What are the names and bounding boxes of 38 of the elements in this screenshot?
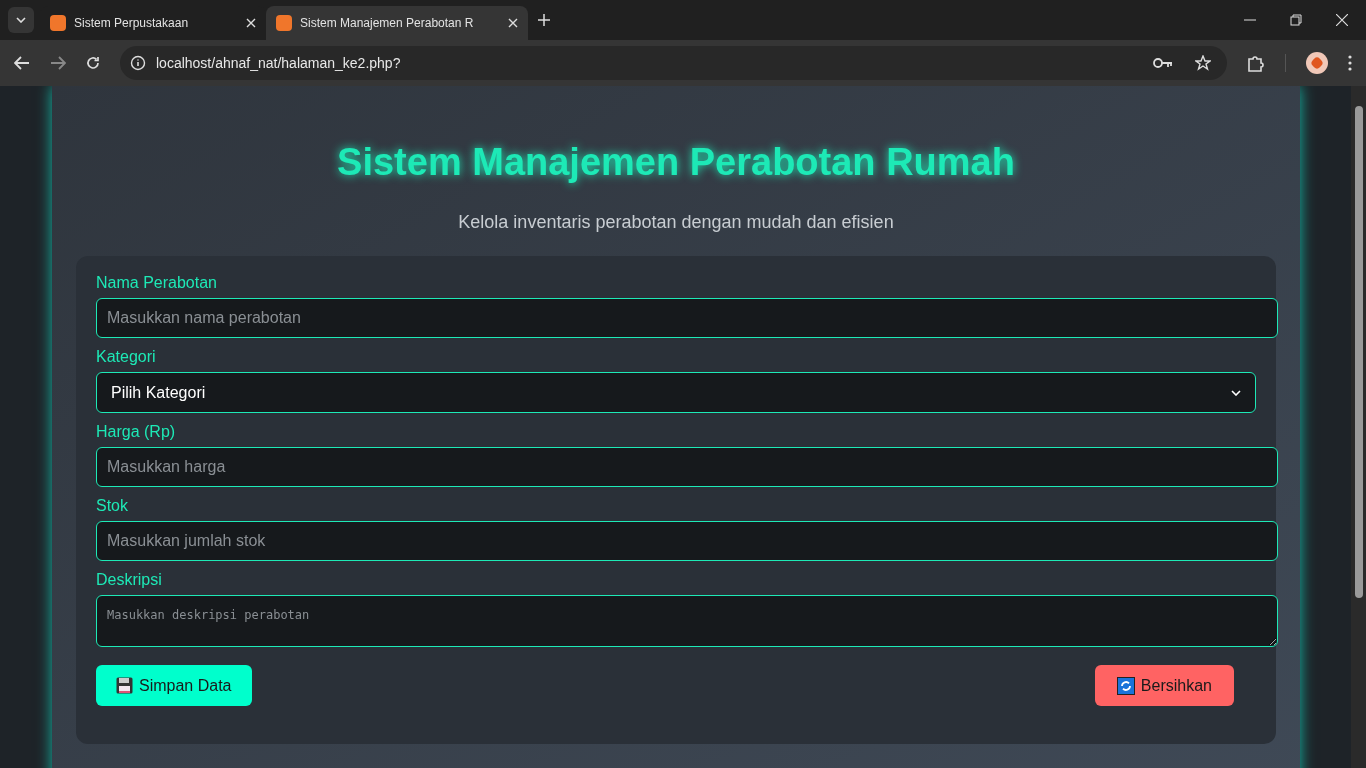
field-label: Harga (Rp): [96, 423, 177, 441]
tab-list-button[interactable]: [8, 7, 34, 33]
input-field[interactable]: Masukkan nama perabotan: [96, 298, 1278, 338]
page-subtitle: Kelola inventaris perabotan dengan mudah dan efisien: [457, 211, 895, 234]
profile-avatar[interactable]: [1306, 52, 1328, 74]
info-icon[interactable]: [130, 55, 146, 71]
url-text: localhost/ahnaf_nat/halaman_ke2.php?: [156, 53, 402, 73]
key-icon[interactable]: [1153, 57, 1173, 69]
scrollbar[interactable]: [1351, 86, 1366, 768]
reload-icon[interactable]: [86, 56, 100, 70]
close-icon[interactable]: [246, 18, 256, 28]
chevron-down-icon: [16, 17, 26, 23]
field-label: Stok: [96, 497, 129, 515]
input-field[interactable]: Masukkan harga: [96, 447, 1278, 487]
puzzle-piece-icon[interactable]: [1247, 54, 1265, 72]
page-title: Sistem Manajemen Perabotan Rumah: [336, 140, 1016, 185]
new-tab-icon[interactable]: [538, 14, 550, 26]
refresh-icon: [1116, 676, 1135, 695]
description-textarea[interactable]: Masukkan deskripsi perabotan: [96, 595, 1278, 647]
star-icon[interactable]: [1195, 55, 1211, 71]
restore-icon[interactable]: [1290, 14, 1302, 26]
save-button[interactable]: Simpan Data: [96, 665, 252, 706]
field-label: Nama Perabotan: [96, 274, 218, 292]
field-label: Deskripsi: [96, 571, 163, 589]
forward-icon[interactable]: [50, 56, 66, 70]
tab-title: Sistem Manajemen Perabotan R: [300, 15, 475, 32]
close-icon[interactable]: [508, 18, 518, 28]
clear-button[interactable]: Bersihkan: [1094, 665, 1234, 706]
back-icon[interactable]: [14, 56, 30, 70]
close-icon[interactable]: [1336, 14, 1348, 26]
browser-tab[interactable]: Sistem Manajemen Perabotan R: [266, 6, 528, 40]
field-label: Kategori: [96, 348, 157, 366]
menu-icon[interactable]: [1348, 55, 1352, 71]
address-bar[interactable]: localhost/ahnaf_nat/halaman_ke2.php?: [120, 46, 1227, 80]
chevron-down-icon: [1231, 389, 1241, 396]
category-dropdown[interactable]: Pilih Kategori: [96, 372, 1256, 413]
tab-title: Sistem Perpustakaan: [74, 15, 190, 32]
input-field[interactable]: Masukkan jumlah stok: [96, 521, 1278, 561]
